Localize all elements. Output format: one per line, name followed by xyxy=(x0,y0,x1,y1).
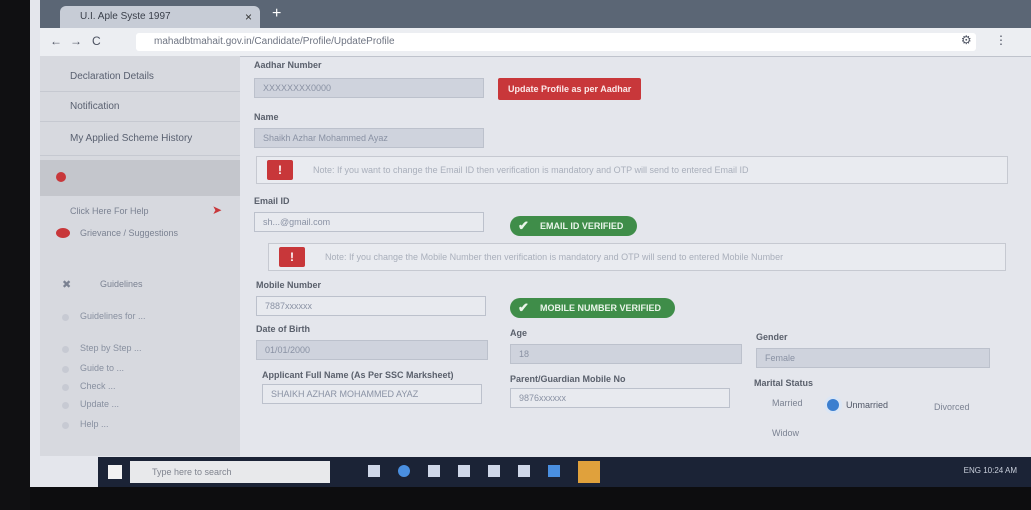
sidebar-item-declaration[interactable]: Declaration Details xyxy=(40,62,240,92)
info-icon: ! xyxy=(267,160,293,180)
email-verified-text: EMAIL ID VERIFIED xyxy=(540,221,624,231)
marital-option-divorced[interactable]: Divorced xyxy=(934,402,970,412)
url-input[interactable]: mahadbtmahait.gov.in/Candidate/Profile/U… xyxy=(136,33,976,51)
mobile-label: Mobile Number xyxy=(256,280,322,290)
sidebar-item-guidelines[interactable]: Guidelines xyxy=(100,279,143,289)
sidebar-highlight-block xyxy=(40,160,240,196)
email-notice-text: Note: If you want to change the Email ID… xyxy=(313,165,749,175)
aadhaar-label: Aadhar Number xyxy=(254,60,322,70)
screen-bezel xyxy=(0,0,30,510)
back-button[interactable]: ← xyxy=(50,34,62,48)
close-icon[interactable]: × xyxy=(245,6,252,28)
taskbar: Type here to search ENG 10:24 AM xyxy=(98,457,1031,487)
forward-button[interactable]: → xyxy=(70,34,82,48)
ssc-name-label: Applicant Full Name (As Per SSC Markshee… xyxy=(262,370,454,380)
update-profile-button[interactable]: Update Profile as per Aadhar xyxy=(498,78,642,100)
profile-form: Aadhar Number XXXXXXXX0000 Update Profil… xyxy=(248,56,1008,456)
sidebar-item-scheme-history[interactable]: My Applied Scheme History xyxy=(40,122,240,156)
taskbar-search-input[interactable]: Type here to search xyxy=(130,461,330,483)
sidebar-item-grievance[interactable]: Grievance / Suggestions xyxy=(80,228,200,238)
marital-option-married[interactable]: Married xyxy=(772,398,803,408)
chrome-icon[interactable] xyxy=(548,465,560,477)
alert-icon xyxy=(56,172,66,182)
system-tray: ENG 10:24 AM xyxy=(963,466,1017,475)
sidebar-subitem[interactable]: Update ... xyxy=(80,399,119,409)
address-bar: ← → C mahadbtmahait.gov.in/Candidate/Pro… xyxy=(40,28,1031,57)
arrow-icon: ➤ xyxy=(212,203,223,217)
name-field[interactable]: Shaikh Azhar Mohammed Ayaz xyxy=(254,128,484,148)
sidebar-item-notification[interactable]: Notification xyxy=(40,92,240,122)
sidebar-subitem[interactable]: Guidelines for ... xyxy=(80,311,146,321)
mobile-notice-text: Note: If you change the Mobile Number th… xyxy=(325,252,784,262)
sidebar-subitem[interactable]: Check ... xyxy=(80,381,116,391)
gender-label: Gender xyxy=(756,332,788,342)
dob-field[interactable]: 01/01/2000 xyxy=(256,340,488,360)
browser-menu-icon[interactable]: ⚙ ⋮ xyxy=(961,33,1017,47)
bullet-icon xyxy=(62,402,69,409)
reload-button[interactable]: C xyxy=(92,34,101,48)
bullet-icon xyxy=(62,314,69,321)
folder-icon[interactable] xyxy=(428,465,440,477)
sidebar: Declaration Details Notification My Appl… xyxy=(40,56,240,456)
ssc-name-field[interactable]: SHAIKH AZHAR MOHAMMED AYAZ xyxy=(262,384,482,404)
mail-icon[interactable] xyxy=(488,465,500,477)
sidebar-subitem[interactable]: Guide to ... xyxy=(80,363,124,373)
tab-title: U.I. Aple Syste 1997 xyxy=(80,11,171,22)
sidebar-subitem[interactable]: Help ... xyxy=(80,419,109,429)
marital-option-unmarried[interactable]: Unmarried xyxy=(846,400,888,410)
bullet-icon xyxy=(62,384,69,391)
active-app-icon[interactable] xyxy=(578,461,600,483)
app-icon[interactable] xyxy=(518,465,530,477)
browser-icon[interactable] xyxy=(398,465,410,477)
bullet-icon xyxy=(62,346,69,353)
check-icon: ✔ xyxy=(518,218,529,233)
browser-tab[interactable]: U.I. Aple Syste 1997 × xyxy=(60,6,260,28)
task-view-icon[interactable] xyxy=(368,465,380,477)
bullet-icon xyxy=(62,366,69,373)
store-icon[interactable] xyxy=(458,465,470,477)
email-label: Email ID xyxy=(254,196,290,206)
help-link[interactable]: Click Here For Help xyxy=(70,206,149,216)
aadhaar-field[interactable]: XXXXXXXX0000 xyxy=(254,78,484,98)
tab-bar: U.I. Aple Syste 1997 × + xyxy=(40,0,1031,28)
windows-start-icon[interactable] xyxy=(108,465,122,479)
mobile-verified-badge: ✔ MOBILE NUMBER VERIFIED xyxy=(510,298,676,318)
mobile-verified-text: MOBILE NUMBER VERIFIED xyxy=(540,303,662,313)
screen: U.I. Aple Syste 1997 × + ← → C mahadbtma… xyxy=(8,0,1031,487)
age-label: Age xyxy=(510,328,528,338)
marital-label: Marital Status xyxy=(754,378,814,388)
bullet-icon xyxy=(62,422,69,429)
info-icon: ! xyxy=(279,247,305,267)
mobile-field[interactable]: 7887xxxxxx xyxy=(256,296,486,316)
marital-option-widow[interactable]: Widow xyxy=(772,428,799,438)
mobile-notice-alert: ! Note: If you change the Mobile Number … xyxy=(268,243,1006,271)
email-field[interactable]: sh...@gmail.com xyxy=(254,212,484,232)
dob-label: Date of Birth xyxy=(256,324,310,334)
age-field[interactable]: 18 xyxy=(510,344,742,364)
email-notice-alert: ! Note: If you want to change the Email … xyxy=(256,156,1008,184)
parent-mobile-field[interactable]: 9876xxxxxx xyxy=(510,388,730,408)
book-icon: ✖ xyxy=(62,279,72,291)
chat-icon xyxy=(56,228,70,238)
gender-select[interactable]: Female xyxy=(756,348,990,368)
name-label: Name xyxy=(254,112,279,122)
email-verified-badge: ✔ EMAIL ID VERIFIED xyxy=(510,216,638,236)
sidebar-subitem[interactable]: Step by Step ... xyxy=(80,343,142,353)
new-tab-button[interactable]: + xyxy=(272,6,288,22)
radio-selected[interactable] xyxy=(824,396,842,414)
check-icon: ✔ xyxy=(518,300,529,315)
parent-mobile-label: Parent/Guardian Mobile No xyxy=(510,374,626,384)
